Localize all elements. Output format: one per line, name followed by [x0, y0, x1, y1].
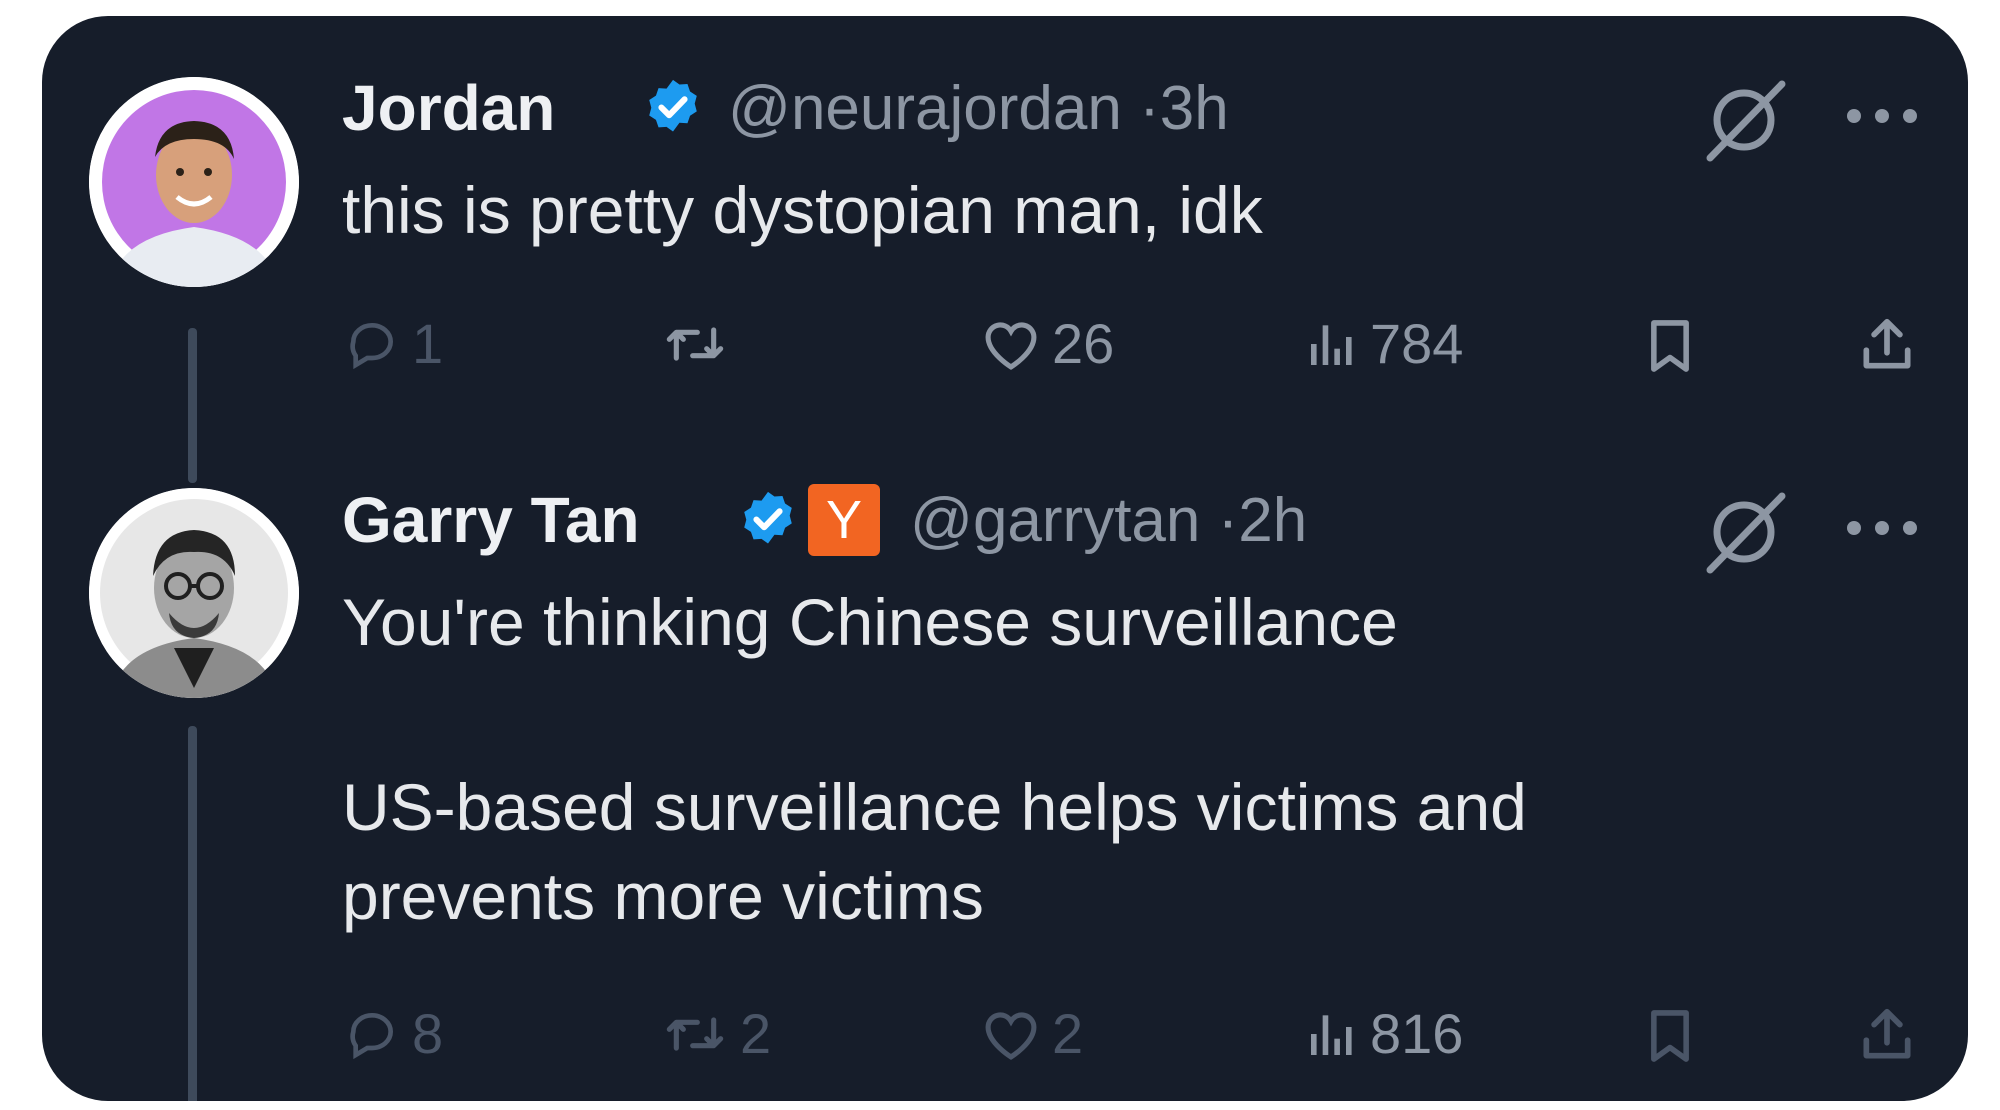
view-count: 816 [1370, 1002, 1464, 1065]
retweet-button[interactable] [660, 316, 740, 372]
retweet-count: 2 [740, 1002, 772, 1065]
like-button[interactable]: 26 [980, 316, 1114, 372]
views-chart-icon [1311, 1015, 1352, 1055]
views-button[interactable]: 816 [1304, 1006, 1463, 1062]
bookmark-icon[interactable] [1642, 316, 1698, 376]
author-handle-meta: @garrytan ·2h [910, 490, 1307, 552]
tweet-text-line: prevents more victims [342, 859, 984, 934]
avatar-jordan[interactable] [89, 77, 299, 287]
tweet-text-line: You're thinking Chinese surveillance [342, 585, 1398, 659]
avatar-garry-tan[interactable] [89, 488, 299, 698]
view-count: 784 [1370, 312, 1464, 375]
author-handle[interactable]: @neurajordan [728, 74, 1122, 143]
more-icon[interactable] [1842, 516, 1922, 540]
tweet-thread-card: Jordan @neurajordan ·3h this is pretty d… [42, 16, 1968, 1101]
views-button[interactable]: 784 [1304, 316, 1463, 372]
y-combinator-badge-icon[interactable]: Y [808, 484, 880, 556]
author-name[interactable]: Jordan [342, 76, 555, 140]
grok-icon[interactable] [1702, 74, 1792, 164]
tweet-text-line: US-based surveillance helps victims and [342, 770, 1527, 845]
share-icon[interactable] [1856, 1004, 1918, 1066]
thread-connector-line [188, 726, 197, 1101]
like-button[interactable]: 2 [980, 1006, 1083, 1062]
heart-icon [985, 322, 1037, 370]
retweet-icon [666, 1017, 724, 1051]
reply-button[interactable]: 1 [342, 316, 443, 372]
heart-icon [985, 1012, 1037, 1060]
share-icon[interactable] [1856, 314, 1918, 376]
verified-badge-icon [744, 491, 792, 544]
like-count: 2 [1052, 1002, 1084, 1065]
reply-count: 1 [412, 312, 444, 375]
tweet-body: this is pretty dystopian man, idk [342, 166, 1263, 255]
tweet-time[interactable]: 2h [1238, 486, 1307, 555]
meta-separator: · [1139, 74, 1160, 143]
retweet-button[interactable]: 2 [660, 1006, 771, 1062]
reply-icon [350, 1013, 393, 1060]
grok-icon[interactable] [1702, 486, 1792, 576]
reply-button[interactable]: 8 [342, 1006, 443, 1062]
like-count: 26 [1052, 312, 1115, 375]
retweet-icon [666, 327, 724, 361]
bookmark-icon[interactable] [1642, 1006, 1698, 1066]
tweet-body: You're thinking Chinese surveillance US-… [342, 578, 1527, 941]
thread-connector-line [188, 328, 197, 483]
meta-separator: · [1217, 486, 1239, 555]
author-handle-meta: @neurajordan ·3h [728, 78, 1229, 140]
more-icon[interactable] [1842, 104, 1922, 128]
author-name[interactable]: Garry Tan [342, 488, 640, 552]
tweet-time[interactable]: 3h [1160, 74, 1229, 143]
views-chart-icon [1311, 325, 1352, 365]
reply-count: 8 [412, 1002, 444, 1065]
author-handle[interactable]: @garrytan [910, 486, 1200, 555]
verified-badge-icon [649, 79, 697, 132]
tweet-text-line: this is pretty dystopian man, idk [342, 173, 1263, 247]
reply-icon [350, 323, 393, 370]
